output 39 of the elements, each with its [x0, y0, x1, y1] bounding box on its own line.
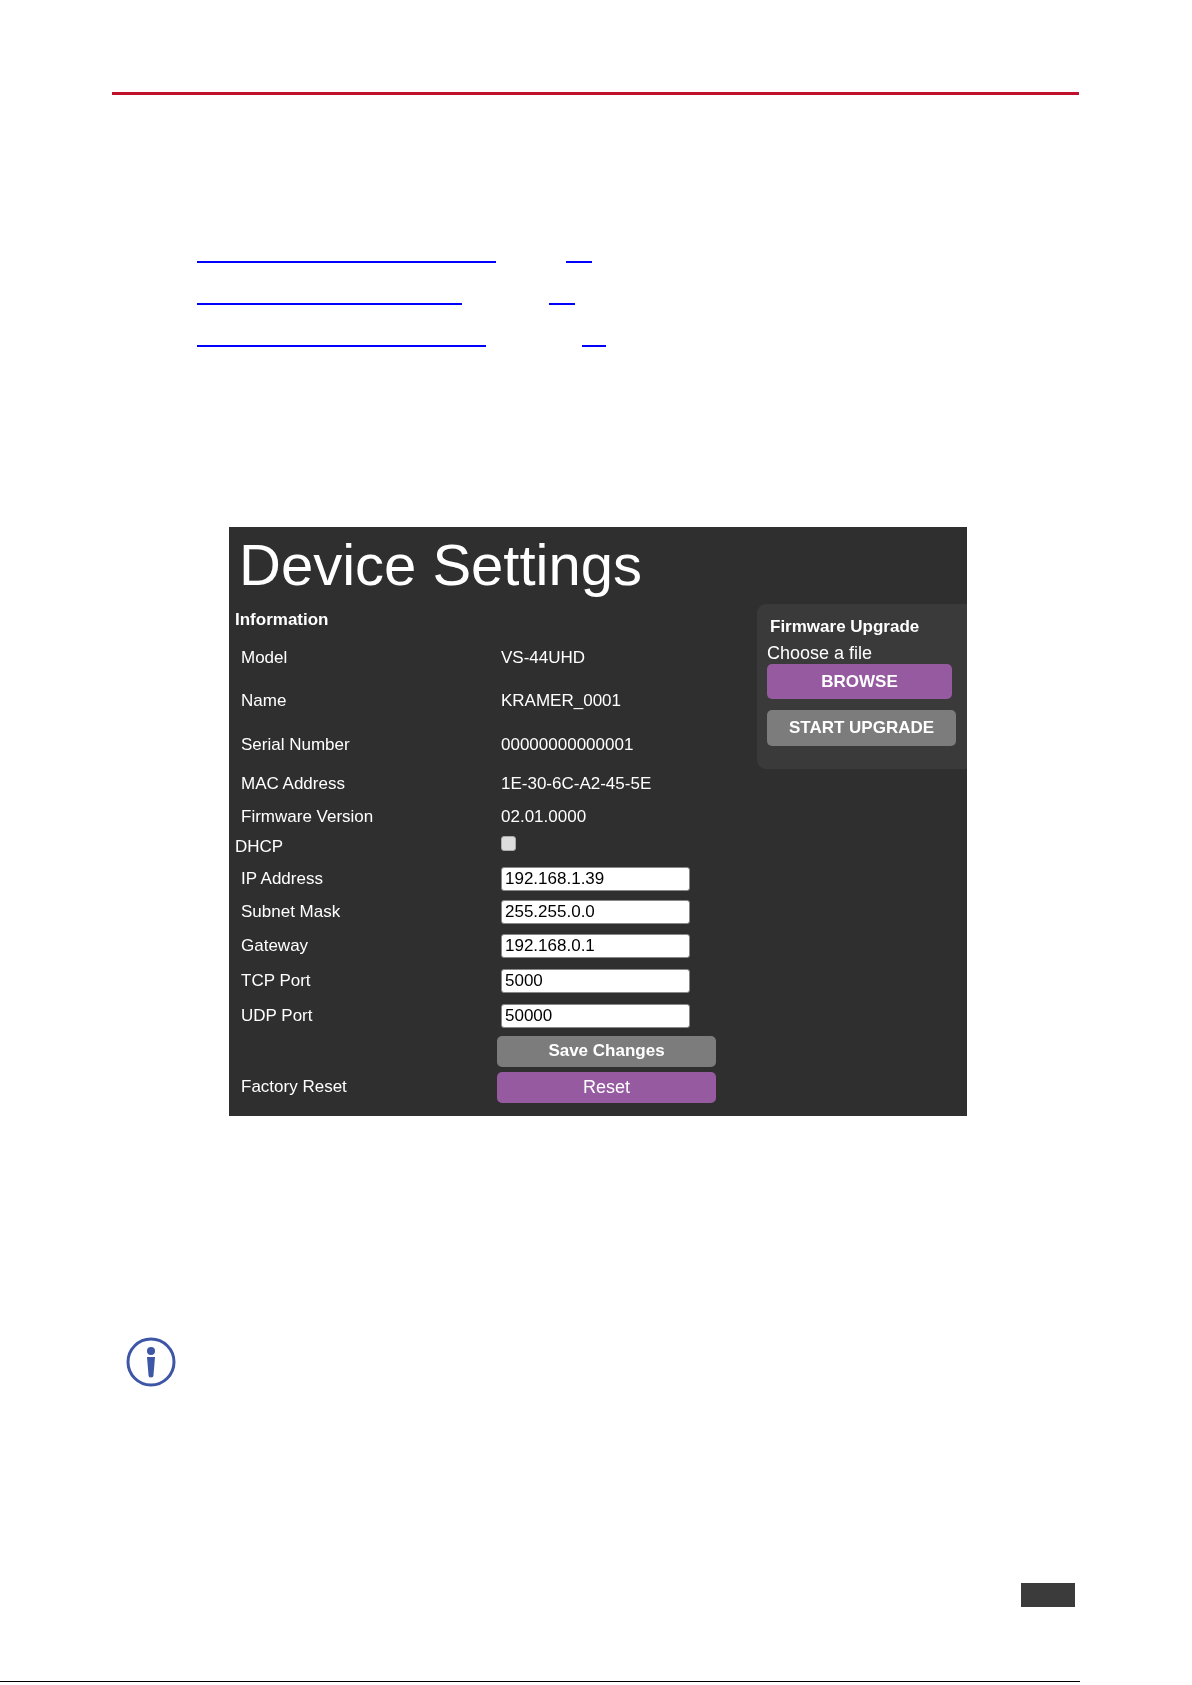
section-heading: Firmware Upgrade	[770, 617, 920, 636]
page-number-box	[1021, 1583, 1075, 1607]
link-underline[interactable]	[197, 261, 496, 263]
field-value: VS-44UHD	[501, 646, 586, 669]
field-label: Factory Reset	[241, 1077, 347, 1097]
field-label: Firmware Version	[241, 807, 374, 827]
field-label: DHCP	[235, 837, 284, 857]
input-field[interactable]: 5000	[501, 968, 690, 993]
page-title: Device Settings	[238, 531, 643, 599]
checkbox[interactable]	[501, 835, 516, 851]
input-field[interactable]: 192.168.0.1	[501, 934, 690, 958]
field-label: Serial Number	[241, 734, 350, 754]
field-label: Subnet Mask	[241, 902, 341, 922]
field-label: IP Address	[241, 868, 323, 888]
reset-button[interactable]: Reset	[497, 1071, 716, 1103]
prompt-text: Choose a file	[767, 643, 873, 663]
field-label: Gateway	[241, 936, 309, 956]
info-icon	[126, 1337, 176, 1387]
field-value: 02.01.0000	[501, 806, 587, 829]
link-underline[interactable]	[197, 345, 486, 347]
field-label: Name	[241, 690, 287, 710]
link-underline[interactable]	[582, 345, 606, 347]
field-value: 1E-30-6C-A2-45-5E	[501, 773, 652, 796]
link-underline[interactable]	[197, 303, 462, 305]
browse-button[interactable]: BROWSE	[767, 664, 952, 699]
link-underline[interactable]	[566, 261, 592, 263]
input-field[interactable]: 255.255.0.0	[501, 900, 690, 924]
start-upgrade-button[interactable]: START UPGRADE	[767, 710, 956, 746]
input-field[interactable]: 50000	[501, 1003, 690, 1028]
field-label: MAC Address	[241, 774, 345, 794]
field-value: 00000000000001	[501, 733, 634, 756]
field-value: KRAMER_0001	[501, 689, 621, 712]
field-label: Model	[241, 647, 288, 667]
field-label: UDP Port	[241, 1005, 313, 1025]
section-heading: Information	[235, 608, 329, 631]
field-label: TCP Port	[241, 970, 311, 990]
link-underline[interactable]	[549, 303, 575, 305]
save-button[interactable]: Save Changes	[497, 1035, 716, 1067]
input-field[interactable]: 192.168.1.39	[501, 866, 690, 891]
